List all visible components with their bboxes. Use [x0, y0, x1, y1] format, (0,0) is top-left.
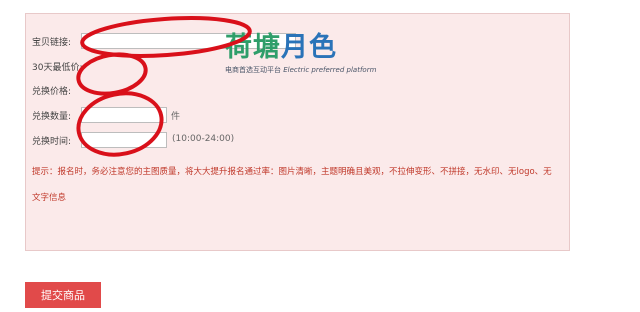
exchange-time-label: 兑换时间: [32, 137, 72, 147]
quantity-unit: 件 [171, 112, 181, 122]
logo-subtitle: 电商首选互动平台 Electric preferred platform [225, 65, 376, 75]
logo-title: 荷塘月色 [225, 33, 376, 63]
exchange-quantity-input[interactable] [81, 107, 167, 123]
hint-line-1: 提示：报名时，务必注意您的主图质量，将大大提升报名通过率：图片清晰，主题明确且美… [32, 167, 552, 177]
logo-title-part2: 月色 [281, 32, 337, 63]
hint-line-2: 文字信息 [32, 193, 67, 203]
link-label: 宝贝链接: [32, 38, 72, 48]
logo-subtitle-cn: 电商首选互动平台 [225, 66, 281, 74]
exchange-price-label: 兑换价格: [32, 87, 72, 97]
exchange-time-input[interactable] [81, 132, 167, 148]
brand-logo: 荷塘月色 电商首选互动平台 Electric preferred platfor… [225, 33, 376, 75]
exchange-time-range: (10:00-24:00) [172, 134, 235, 144]
logo-title-part1: 荷塘 [225, 32, 281, 63]
exchange-quantity-label: 兑换数量: [32, 112, 72, 122]
upload-hint: 提示：报名时，务必注意您的主图质量，将大大提升报名通过率：图片清晰，主题明确且美… [32, 159, 567, 211]
lowest-price-label: 30天最低价: [32, 63, 83, 73]
submit-product-button[interactable]: 提交商品 [25, 282, 101, 308]
logo-subtitle-en: Electric preferred platform [283, 66, 377, 74]
